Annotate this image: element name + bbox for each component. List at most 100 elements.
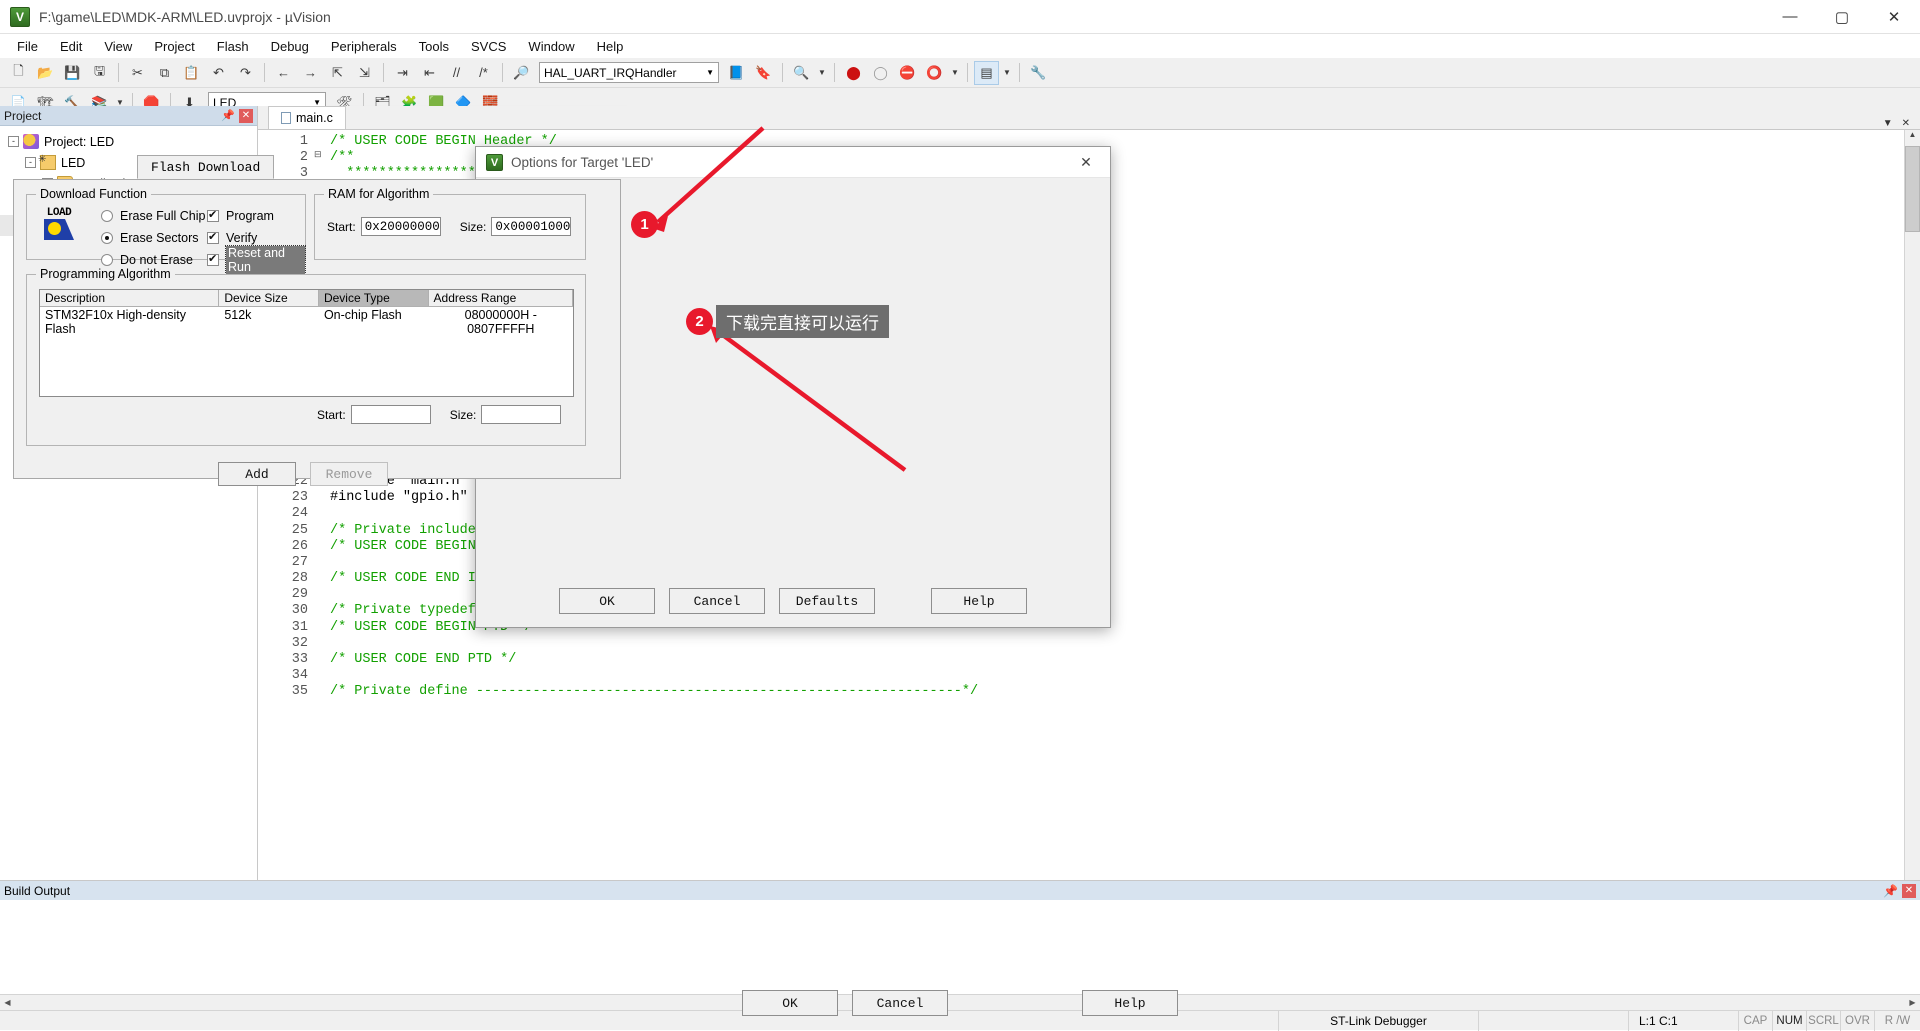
close-icon[interactable]: ✕ — [1902, 883, 1916, 898]
radio-button[interactable] — [101, 254, 113, 266]
bookmark-next-icon[interactable]: ⇲ — [352, 61, 377, 85]
close-icon[interactable]: ✕ — [1066, 147, 1106, 177]
breakpoint-disable-icon[interactable]: ◯ — [868, 61, 893, 85]
bookmark-prev-icon[interactable]: ⇱ — [325, 61, 350, 85]
editor-tab-main-c[interactable]: main.c — [268, 106, 346, 129]
breakpoint-kill-all-icon[interactable]: ⛔ — [895, 61, 920, 85]
scroll-up-icon[interactable]: ▲ — [1905, 130, 1920, 146]
menu-item-edit[interactable]: Edit — [49, 36, 93, 57]
options-help-button[interactable]: Help — [931, 588, 1027, 614]
maximize-button[interactable]: ▢ — [1816, 0, 1868, 34]
chevron-down-icon[interactable]: ▼ — [949, 61, 961, 85]
options-defaults-button[interactable]: Defaults — [779, 588, 875, 614]
navigate-forward-icon[interactable]: → — [298, 61, 323, 85]
close-icon[interactable]: ✕ — [239, 108, 253, 123]
options-ok-button[interactable]: OK — [559, 588, 655, 614]
line-number: 32 — [291, 635, 308, 651]
pin-icon[interactable]: 📌 — [1883, 884, 1898, 898]
find-in-files-icon[interactable]: 🔎 — [509, 61, 534, 85]
new-file-icon[interactable]: 🗋 — [6, 61, 31, 85]
minimize-button[interactable]: — — [1764, 0, 1816, 34]
bookmark-toggle-icon[interactable]: 🔖 — [751, 61, 776, 85]
open-file-icon[interactable]: 📂 — [33, 61, 58, 85]
ram-size-input[interactable]: 0x00001000 — [491, 217, 572, 236]
line-number: 29 — [291, 587, 308, 603]
project-panel-header: Project 📌 ✕ — [0, 106, 257, 126]
algo-start-input[interactable] — [350, 405, 431, 424]
redo-icon[interactable]: ↷ — [233, 61, 258, 85]
checkbox-verify[interactable]: Verify — [207, 229, 305, 247]
collapse-icon[interactable]: - — [25, 157, 36, 168]
browse-icon[interactable]: 📘 — [724, 61, 749, 85]
close-icon[interactable]: ✕ — [1902, 118, 1910, 129]
cmsis-help-button[interactable]: Help — [1082, 990, 1178, 1016]
menu-item-file[interactable]: File — [6, 36, 49, 57]
download-options-checkbox-group[interactable]: Program VerifyReset and Run — [207, 207, 306, 275]
algo-size-input[interactable] — [481, 405, 562, 424]
add-algorithm-button[interactable]: Add — [218, 462, 296, 486]
collapse-icon[interactable]: - — [8, 136, 19, 147]
scrollbar-thumb[interactable] — [1905, 146, 1920, 232]
project-icon — [23, 134, 39, 149]
erase-radio-erase-sectors[interactable]: Erase Sectors — [101, 229, 205, 247]
window-layout-icon[interactable]: ▤ — [974, 60, 999, 85]
paste-icon[interactable]: 📋 — [179, 61, 204, 85]
copy-icon[interactable]: ⧉ — [152, 61, 177, 85]
close-button[interactable]: ✕ — [1868, 0, 1920, 34]
configure-icon[interactable]: 🔧 — [1026, 61, 1051, 85]
function-combo[interactable]: HAL_UART_IRQHandler ▼ — [539, 62, 719, 83]
line-number: 26 — [291, 538, 308, 554]
save-icon[interactable]: 💾 — [60, 61, 85, 85]
outdent-icon[interactable]: ⇤ — [417, 61, 442, 85]
menu-item-window[interactable]: Window — [517, 36, 585, 57]
menu-item-svcs[interactable]: SVCS — [460, 36, 517, 57]
undo-icon[interactable]: ↶ — [206, 61, 231, 85]
algo-start-label: Start: — [317, 407, 346, 422]
breakpoint-enable-icon[interactable]: ⭕ — [922, 61, 947, 85]
breakpoint-icon[interactable]: ⬤ — [841, 61, 866, 85]
chevron-down-icon[interactable]: ▼ — [816, 61, 828, 85]
checkbox-reset-and-run[interactable]: Reset and Run — [207, 245, 306, 275]
comment-icon[interactable]: // — [444, 61, 469, 85]
erase-radio-group[interactable]: Erase Full Chip Erase Sectors Do not Erase — [101, 207, 205, 269]
cmsis-cancel-button[interactable]: Cancel — [852, 990, 948, 1016]
menu-item-flash[interactable]: Flash — [206, 36, 260, 57]
tree-item[interactable]: - Project: LED — [0, 131, 257, 152]
menu-item-project[interactable]: Project — [143, 36, 205, 57]
table-row[interactable]: STM32F10x High-density Flash 512k On-chip … — [40, 307, 573, 336]
indent-icon[interactable]: ⇥ — [390, 61, 415, 85]
table-body[interactable]: STM32F10x High-density Flash 512k On-chip … — [40, 307, 573, 336]
remove-algorithm-button[interactable]: Remove — [310, 462, 388, 486]
cut-icon[interactable]: ✂ — [125, 61, 150, 85]
cmsis-tab-flash-download[interactable]: Flash Download — [137, 155, 275, 179]
menu-item-view[interactable]: View — [93, 36, 143, 57]
navigate-back-icon[interactable]: ← — [271, 61, 296, 85]
pin-icon[interactable]: 📌 — [221, 109, 235, 122]
chevron-down-icon[interactable]: ▼ — [706, 68, 714, 77]
menu-item-debug[interactable]: Debug — [260, 36, 320, 57]
menu-item-help[interactable]: Help — [586, 36, 635, 57]
menu-item-tools[interactable]: Tools — [408, 36, 460, 57]
editor-vertical-scrollbar[interactable]: ▲ — [1904, 130, 1920, 956]
radio-button[interactable] — [101, 232, 113, 244]
debug-start-icon[interactable]: 🔍 — [789, 61, 814, 85]
ram-start-input[interactable]: 0x20000000 — [360, 217, 441, 236]
chevron-down-icon[interactable]: ▼ — [1001, 61, 1013, 85]
checkbox-box[interactable] — [207, 208, 219, 222]
erase-radio-erase-full-chip[interactable]: Erase Full Chip — [101, 207, 205, 225]
table-column-header[interactable]: Device Size — [219, 290, 319, 306]
chevron-down-icon[interactable]: ▼ — [1883, 118, 1893, 129]
radio-button[interactable] — [101, 210, 113, 222]
checkbox-program[interactable]: Program — [207, 207, 305, 225]
checkbox-box[interactable] — [207, 230, 219, 244]
options-cancel-button[interactable]: Cancel — [669, 588, 765, 614]
menu-item-peripherals[interactable]: Peripherals — [320, 36, 408, 57]
table-column-header[interactable]: Device Type — [318, 290, 429, 306]
cmsis-ok-button[interactable]: OK — [742, 990, 838, 1016]
programming-algorithm-table[interactable]: Description Device Size Device Type Address… — [39, 289, 574, 397]
table-column-header[interactable]: Description — [40, 290, 220, 306]
table-column-header[interactable]: Address Range — [429, 290, 573, 306]
uncomment-icon[interactable]: /* — [471, 61, 496, 85]
checkbox-box[interactable] — [207, 252, 219, 266]
save-all-icon[interactable]: 🖫 — [87, 61, 112, 85]
